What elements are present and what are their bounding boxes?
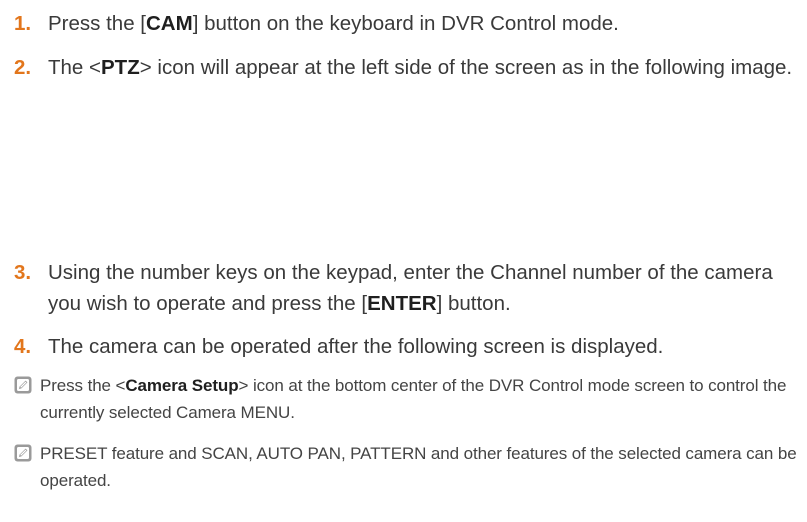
keyword-camera-setup: Camera Setup bbox=[125, 376, 239, 395]
step-3: 3. Using the number keys on the keypad, … bbox=[14, 257, 794, 319]
step-text-pre: Press the [ bbox=[48, 12, 146, 35]
step-text: Using the number keys on the keypad, ent… bbox=[48, 257, 794, 319]
note-1: Press the <Camera Setup> icon at the bot… bbox=[14, 372, 804, 426]
step-2: 2. The <PTZ> icon will appear at the lef… bbox=[14, 52, 794, 83]
step-text: The camera can be operated after the fol… bbox=[48, 335, 664, 358]
step-number: 4. bbox=[14, 335, 32, 358]
step-text: The <PTZ> icon will appear at the left s… bbox=[48, 52, 794, 83]
step-text: Press the [CAM] button on the keyboard i… bbox=[48, 8, 794, 39]
step-text-post: ] button on the keyboard in DVR Control … bbox=[192, 12, 619, 35]
note-pencil-icon bbox=[14, 444, 32, 462]
note-text-pre: Press the < bbox=[40, 376, 126, 395]
note-pencil-icon bbox=[14, 376, 32, 394]
step-text-pre: The < bbox=[48, 56, 101, 79]
keyword-cam: CAM bbox=[146, 12, 193, 35]
step-number: 2. bbox=[14, 56, 32, 79]
keyword-enter: ENTER bbox=[367, 292, 437, 315]
note-text: PRESET feature and SCAN, AUTO PAN, PATTE… bbox=[40, 444, 797, 490]
note-text: Press the <Camera Setup> icon at the bot… bbox=[40, 372, 804, 426]
step-1: 1. Press the [CAM] button on the keyboar… bbox=[14, 8, 794, 39]
step-text-post: ] button. bbox=[436, 292, 511, 315]
keyword-ptz: PTZ bbox=[101, 56, 140, 79]
step-text-post: > icon will appear at the left side of t… bbox=[139, 56, 793, 79]
step-number: 1. bbox=[14, 12, 32, 35]
note-2: PRESET feature and SCAN, AUTO PAN, PATTE… bbox=[14, 440, 804, 494]
step-4: 4. The camera can be operated after the … bbox=[14, 331, 794, 362]
step-number: 3. bbox=[14, 261, 32, 284]
